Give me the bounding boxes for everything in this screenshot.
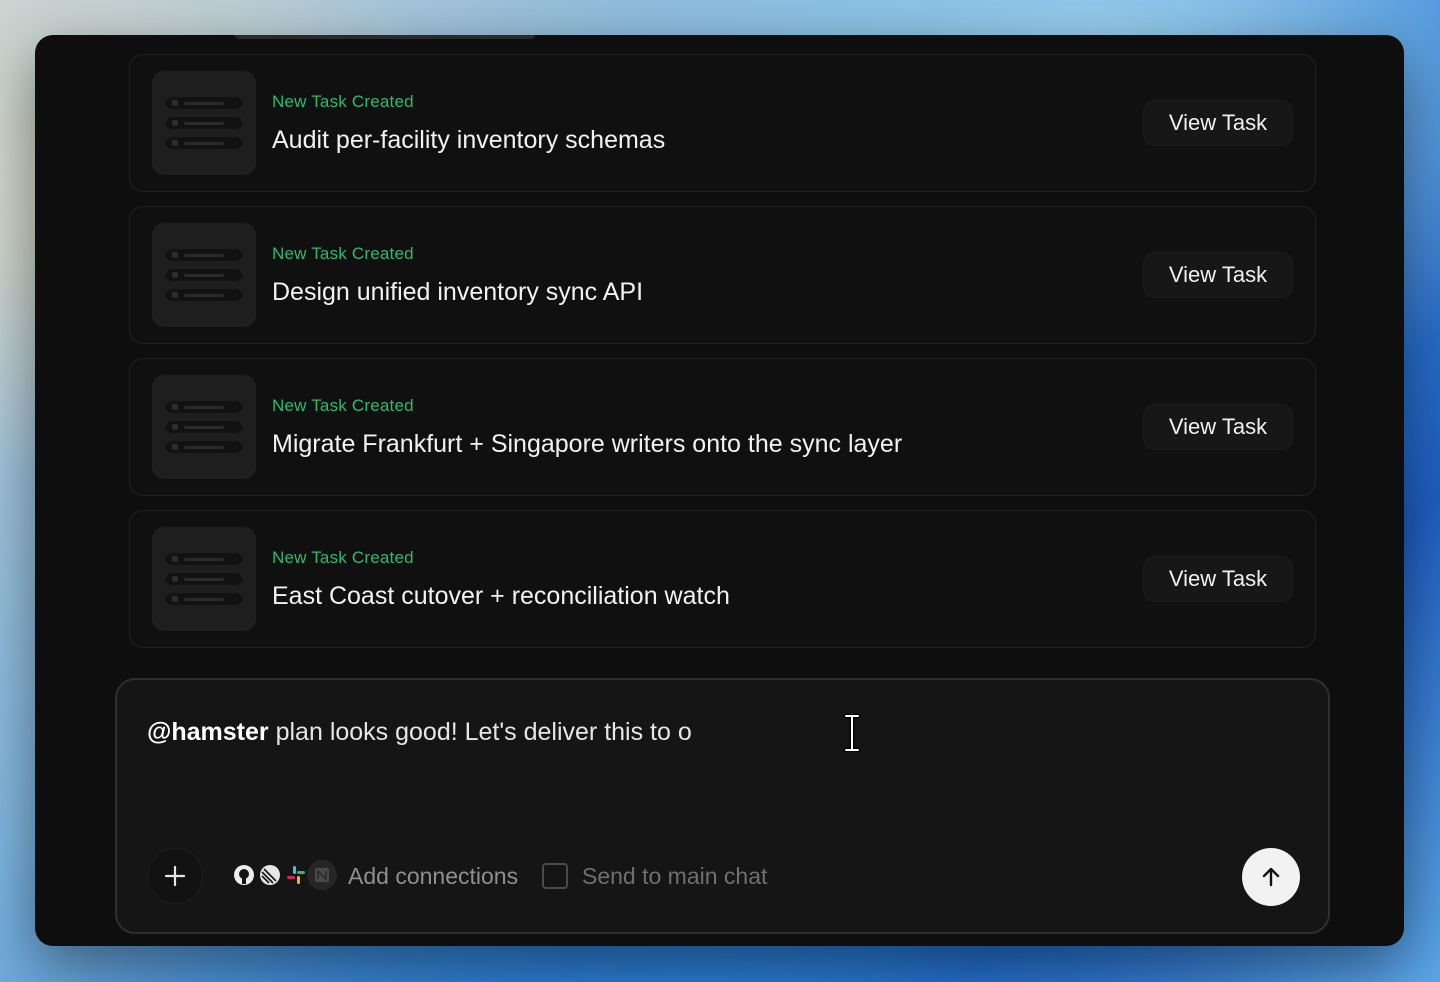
- scroll-remnant: [235, 35, 535, 39]
- notion-icon: [307, 860, 337, 890]
- app-window: New Task Created Audit per-facility inve…: [35, 35, 1404, 946]
- task-checklist-icon: [152, 223, 256, 327]
- task-status-label: New Task Created: [272, 91, 414, 111]
- task-status-label: New Task Created: [272, 395, 414, 415]
- text-cursor-icon: [843, 714, 861, 752]
- message-text: plan looks good! Let's deliver this to o: [268, 718, 692, 746]
- view-task-button[interactable]: View Task: [1143, 100, 1293, 146]
- task-checklist-icon: [152, 71, 256, 175]
- task-list: New Task Created Audit per-facility inve…: [129, 54, 1316, 662]
- send-button[interactable]: [1242, 848, 1300, 906]
- add-connections-link[interactable]: Add connections: [348, 863, 518, 890]
- task-checklist-icon: [152, 527, 256, 631]
- view-task-button[interactable]: View Task: [1143, 556, 1293, 602]
- task-checklist-icon: [152, 375, 256, 479]
- send-to-main-chat-checkbox[interactable]: [542, 863, 568, 889]
- arrow-up-icon: [1262, 867, 1280, 887]
- task-status-label: New Task Created: [272, 243, 414, 263]
- task-card: New Task Created Audit per-facility inve…: [129, 54, 1316, 192]
- task-title: Design unified inventory sync API: [272, 277, 644, 306]
- send-to-main-chat-label[interactable]: Send to main chat: [582, 863, 767, 890]
- task-title: East Coast cutover + reconciliation watc…: [272, 581, 730, 610]
- add-attachment-button[interactable]: [147, 848, 203, 904]
- task-title: Migrate Frankfurt + Singapore writers on…: [272, 429, 903, 458]
- task-title: Audit per-facility inventory schemas: [272, 125, 666, 154]
- message-composer[interactable]: @hamster plan looks good! Let's deliver …: [115, 678, 1330, 934]
- message-input[interactable]: @hamster plan looks good! Let's deliver …: [147, 718, 692, 747]
- view-task-button[interactable]: View Task: [1143, 404, 1293, 450]
- task-status-label: New Task Created: [272, 547, 414, 567]
- task-card: New Task Created East Coast cutover + re…: [129, 510, 1316, 648]
- plus-icon: [164, 865, 186, 887]
- task-card: New Task Created Migrate Frankfurt + Sin…: [129, 358, 1316, 496]
- connection-icons[interactable]: [229, 860, 337, 890]
- task-card: New Task Created Design unified inventor…: [129, 206, 1316, 344]
- view-task-button[interactable]: View Task: [1143, 252, 1293, 298]
- mention-tag: @hamster: [147, 718, 269, 746]
